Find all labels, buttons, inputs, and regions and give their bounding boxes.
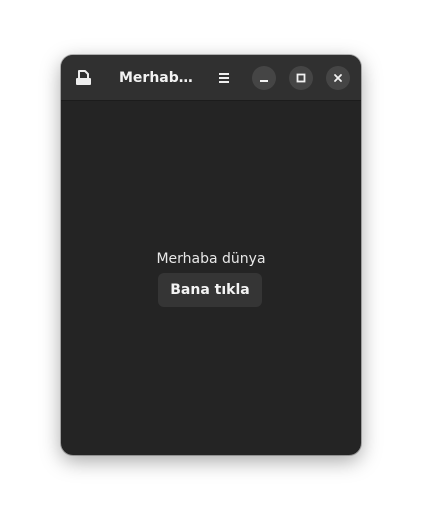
app-window: Merhaba dünya Merhaba dünya Bana [61, 55, 361, 455]
maximize-button[interactable] [289, 66, 313, 90]
close-icon [334, 74, 342, 82]
document-open-icon [76, 70, 91, 85]
minimize-icon [260, 80, 268, 82]
main-menu-button[interactable] [211, 65, 237, 91]
close-button[interactable] [326, 66, 350, 90]
open-button[interactable] [71, 65, 97, 91]
maximize-icon [296, 73, 306, 83]
greeting-label: Merhaba dünya [156, 251, 266, 267]
click-me-button[interactable]: Bana tıkla [158, 273, 262, 307]
window-content: Merhaba dünya Bana tıkla [61, 101, 361, 455]
window-title: Merhaba dünya [119, 70, 193, 86]
hamburger-menu-icon [219, 73, 229, 83]
minimize-button[interactable] [252, 66, 276, 90]
headerbar: Merhaba dünya [61, 55, 361, 101]
